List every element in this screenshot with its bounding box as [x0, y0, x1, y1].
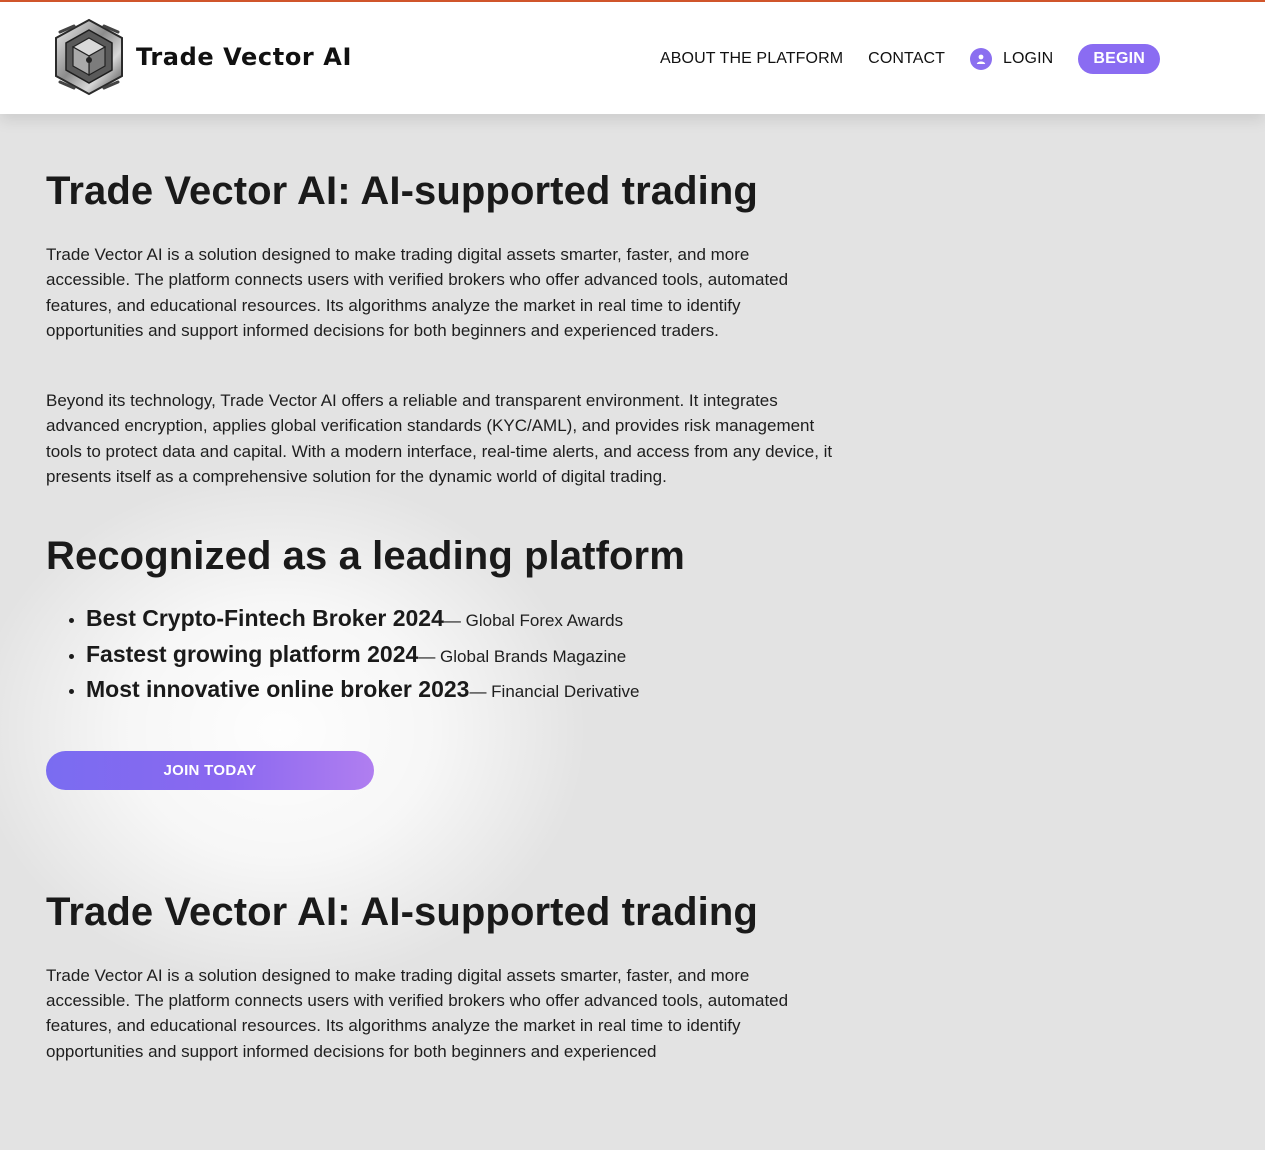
join-today-button[interactable]: JOIN TODAY — [46, 750, 374, 790]
security-paragraph: Beyond its technology, Trade Vector AI o… — [46, 391, 833, 487]
brand-name: Trade Vector AI — [136, 43, 352, 71]
recognition-title: Recognized as a leading platform — [46, 534, 685, 579]
metallic-cube-logo-icon — [55, 18, 123, 96]
award-item: Fastest growing platform 2024— Global Br… — [86, 638, 836, 674]
award-source: — Global Forex Awards — [443, 611, 624, 631]
begin-button[interactable]: BEGIN — [1078, 44, 1160, 74]
award-title: Best Crypto-Fintech Broker 2024 — [86, 605, 444, 632]
award-source: — Financial Derivative — [469, 682, 640, 702]
award-title: Fastest growing platform 2024 — [86, 640, 419, 667]
award-source: — Global Brands Magazine — [418, 646, 627, 666]
site-header: Trade Vector AI ABOUT THE PLATFORM CONTA… — [0, 2, 1265, 114]
repeat-intro-paragraph: Trade Vector AI is a solution designed t… — [46, 965, 789, 1061]
main-nav: ABOUT THE PLATFORM CONTACT LOGIN BEGIN — [660, 44, 1160, 74]
nav-contact[interactable]: CONTACT — [868, 50, 945, 68]
logo-link[interactable]: Trade Vector AI — [48, 16, 352, 98]
login-label: LOGIN — [1003, 50, 1054, 67]
award-title: Most innovative online broker 2023 — [86, 676, 470, 703]
awards-list: Best Crypto-Fintech Broker 2024— Global … — [46, 602, 836, 709]
nav-about-platform[interactable]: ABOUT THE PLATFORM — [660, 50, 843, 68]
intro-paragraph: Trade Vector AI is a solution designed t… — [46, 245, 789, 340]
award-item: Best Crypto-Fintech Broker 2024— Global … — [86, 602, 836, 638]
repeat-hero-title: Trade Vector AI: AI-supported trading — [46, 889, 758, 934]
award-item: Most innovative online broker 2023— Fina… — [86, 673, 836, 709]
main-content: Trade Vector AI: AI-supported trading Tr… — [46, 114, 836, 1064]
hero-title: Trade Vector AI: AI-supported trading — [46, 169, 758, 213]
user-icon — [970, 48, 993, 70]
login-link[interactable]: LOGIN — [970, 48, 1053, 70]
